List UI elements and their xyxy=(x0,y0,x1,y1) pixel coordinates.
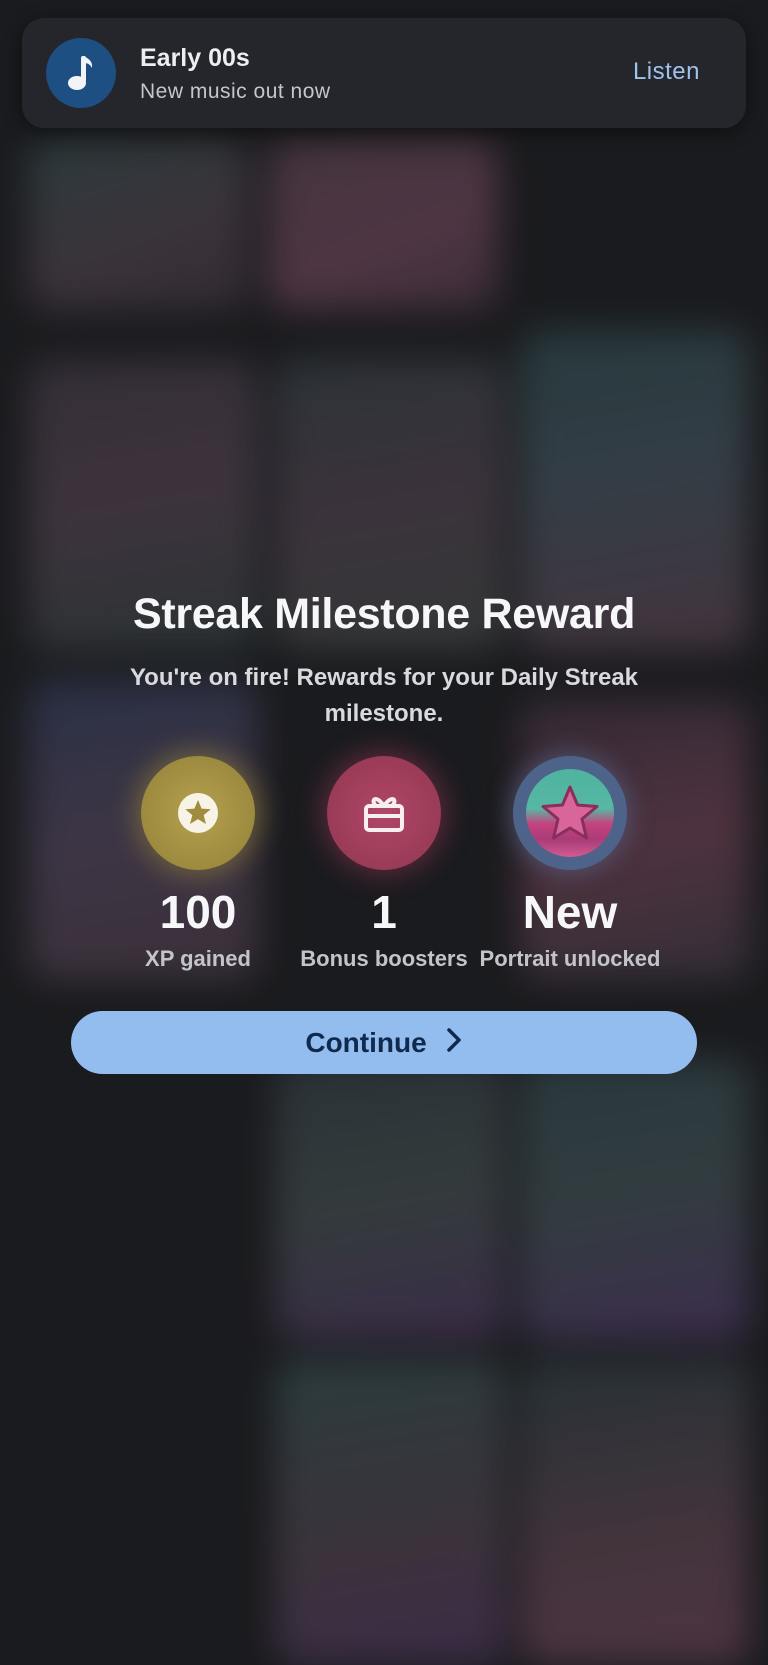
dialog-title: Streak Milestone Reward xyxy=(132,590,636,638)
notification-title: Early 00s xyxy=(140,44,250,72)
continue-button[interactable]: Continue xyxy=(71,1011,697,1074)
reward-value: New xyxy=(522,886,618,938)
portrait-frame xyxy=(513,756,627,870)
gift-icon xyxy=(327,756,441,870)
app-screen: Early 00s New music out now Listen Strea… xyxy=(0,0,768,1665)
listen-button[interactable]: Listen xyxy=(633,58,700,86)
reward-label: Bonus boosters xyxy=(300,946,468,971)
reward-value: 1 xyxy=(371,886,397,938)
reward-label: XP gained xyxy=(145,946,251,971)
reward-xp: 100 XP gained xyxy=(103,756,293,972)
portrait-star-icon xyxy=(526,769,614,857)
continue-label: Continue xyxy=(305,1026,427,1058)
reward-portrait: New Portrait unlocked xyxy=(475,756,665,972)
reward-value: 100 xyxy=(159,886,237,938)
chevron-right-icon xyxy=(445,1026,463,1059)
music-notification[interactable]: Early 00s New music out now Listen xyxy=(22,18,746,128)
reward-label: Portrait unlocked xyxy=(479,946,661,971)
dialog-subtitle: You're on fire! Rewards for your Daily S… xyxy=(129,664,639,727)
star-badge-icon xyxy=(141,756,255,870)
reward-boosters: 1 Bonus boosters xyxy=(289,756,479,972)
music-note-icon xyxy=(46,38,116,108)
notification-subtitle: New music out now xyxy=(140,80,331,103)
